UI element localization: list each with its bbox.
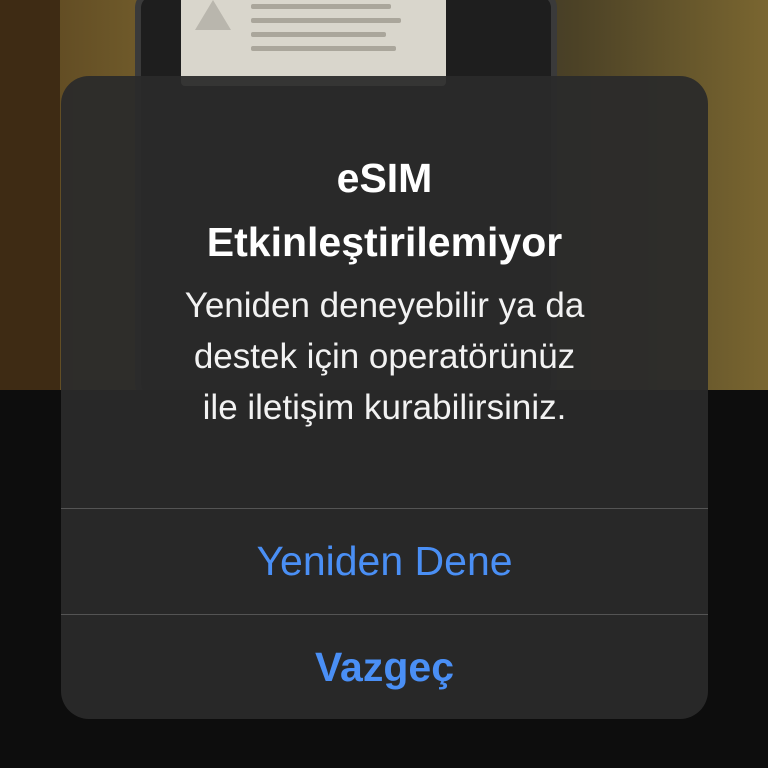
background-wall: [0, 0, 60, 390]
alert-title-line1: eSIM: [336, 155, 433, 201]
alert-title-line2: Etkinleştirilemiyor: [206, 219, 563, 265]
alert-message-line3: ile iletişim kurabilirsiniz.: [202, 388, 567, 427]
blurred-line: [251, 32, 386, 37]
esim-alert-dialog: eSIM Etkinleştirilemiyor Yeniden deneyeb…: [61, 76, 708, 719]
background-phone-screen: [181, 0, 446, 86]
cancel-button[interactable]: Vazgeç: [61, 615, 708, 719]
warning-triangle-icon: [195, 0, 231, 30]
alert-message-line2: destek için operatörünüz: [193, 337, 576, 376]
blurred-line: [251, 46, 396, 51]
background-blurred-text: [251, 4, 401, 60]
blurred-line: [251, 4, 391, 9]
alert-title: eSIM Etkinleştirilemiyor: [105, 146, 665, 274]
alert-body: eSIM Etkinleştirilemiyor Yeniden deneyeb…: [61, 76, 708, 508]
blurred-line: [251, 18, 401, 23]
alert-message-line1: Yeniden deneyebilir ya da: [184, 286, 585, 325]
retry-button[interactable]: Yeniden Dene: [61, 509, 708, 614]
alert-message: Yeniden deneyebilir ya da destek için op…: [105, 280, 665, 433]
